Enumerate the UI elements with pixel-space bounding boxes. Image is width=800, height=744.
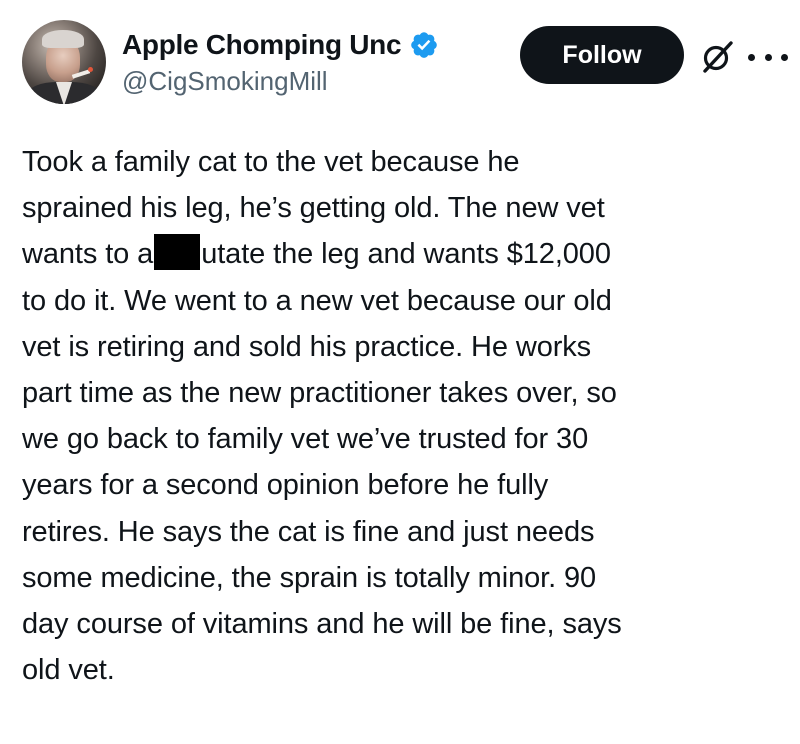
- author-handle[interactable]: @CigSmokingMill: [122, 66, 328, 97]
- tweet-line: retires. He says the cat is fine and jus…: [22, 515, 595, 548]
- tweet-line: sprained his leg, he’s getting old. The …: [22, 192, 605, 225]
- tweet-text: Took a family cat to the vet because he …: [22, 139, 792, 693]
- more-dot: [764, 53, 772, 61]
- more-dot: [781, 53, 788, 61]
- tweet-line: years for a second opinion before he ful…: [22, 469, 549, 502]
- more-dot: [748, 53, 755, 61]
- tweet-line: vet is retiring and sold his practice. H…: [22, 330, 592, 363]
- author-name-row: Apple Chomping Unc: [122, 28, 439, 62]
- avatar[interactable]: [22, 20, 106, 104]
- avatar-hair: [42, 30, 84, 48]
- tweet-line-part: utate the leg and wants $12,000: [201, 238, 611, 271]
- author-display-name[interactable]: Apple Chomping Unc: [122, 29, 402, 61]
- tweet-line: some medicine, the sprain is totally min…: [22, 561, 597, 594]
- follow-button[interactable]: Follow: [520, 26, 684, 84]
- tweet-line: day course of vitamins and he will be fi…: [22, 607, 622, 640]
- avatar-ember: [88, 67, 93, 72]
- tweet-line: we go back to family vet we’ve trusted f…: [22, 423, 589, 456]
- tweet-line: wants to a utate the leg and wants $12,00…: [22, 231, 792, 277]
- tweet-line: to do it. We went to a new vet because o…: [22, 284, 612, 317]
- tweet-line: Took a family cat to the vet because he: [22, 146, 520, 178]
- tweet-header: Apple Chomping Unc @CigSmokingMill Follo…: [0, 0, 800, 120]
- redaction-box: [154, 234, 201, 271]
- tweet-line-part: wants to a: [22, 238, 154, 271]
- more-options-icon[interactable]: [748, 52, 788, 62]
- grok-icon[interactable]: [700, 40, 734, 74]
- verified-badge-icon[interactable]: [409, 30, 439, 60]
- tweet-line: part time as the new practitioner takes …: [22, 376, 617, 409]
- tweet-line: old vet.: [22, 654, 115, 687]
